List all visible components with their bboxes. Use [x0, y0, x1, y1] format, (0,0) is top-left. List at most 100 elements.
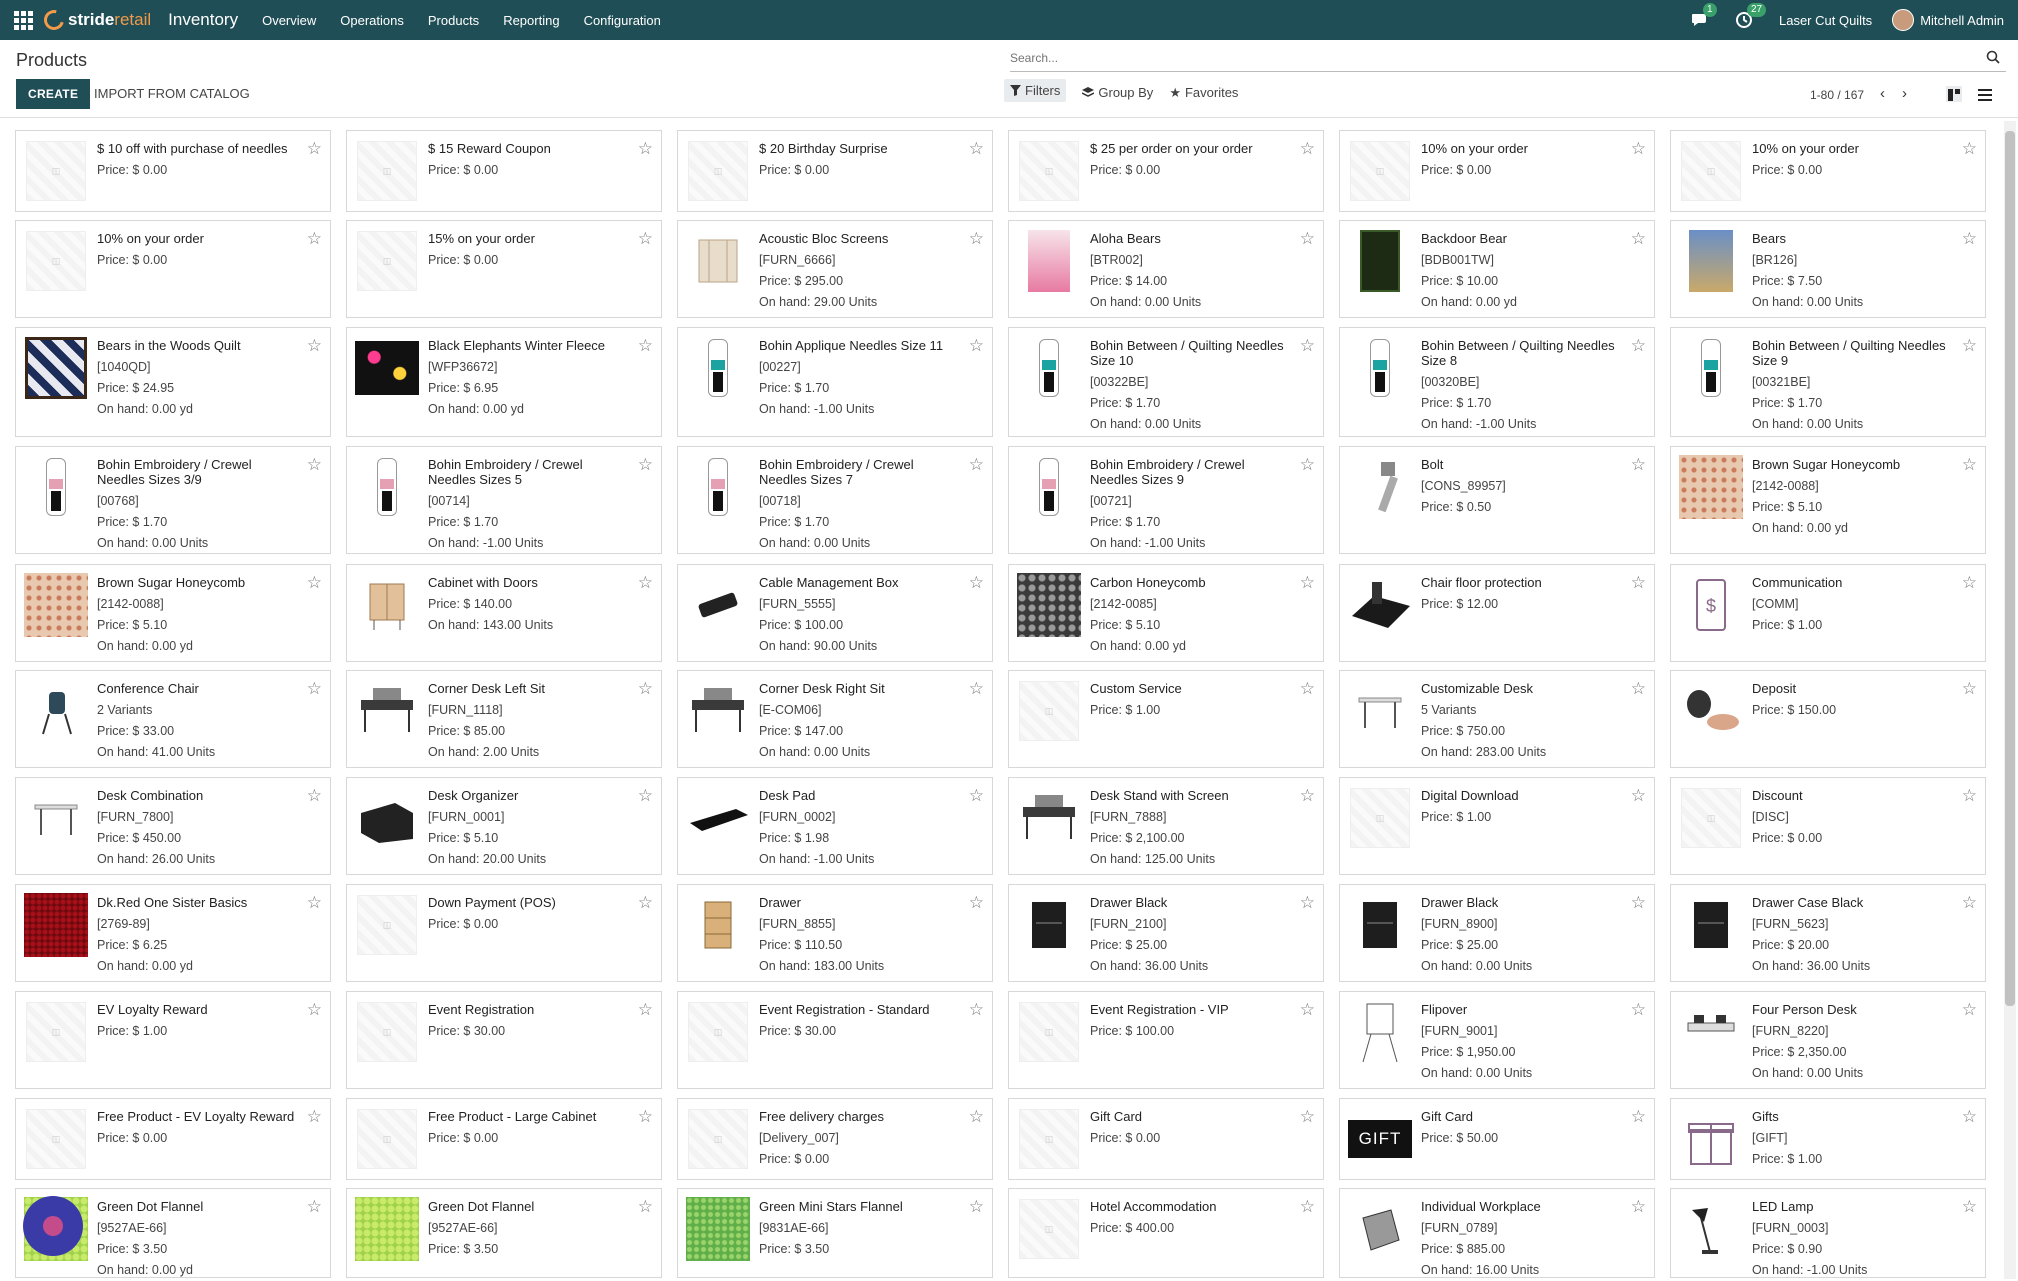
- product-card[interactable]: Four Person Desk [FURN_8220] Price: $ 2,35…: [1670, 991, 1986, 1089]
- product-card[interactable]: Bohin Between / Quilting Needles Size 9 […: [1670, 327, 1986, 437]
- product-card[interactable]: Backdoor Bear [BDB001TW] Price: $ 10.00 On …: [1339, 220, 1655, 318]
- product-card[interactable]: Bohin Between / Quilting Needles Size 10…: [1008, 327, 1324, 437]
- favorite-star-icon[interactable]: ☆: [1300, 455, 1315, 475]
- product-card[interactable]: Customizable Desk 5 Variants Price: $ 750.…: [1339, 670, 1655, 768]
- favorite-star-icon[interactable]: ☆: [1962, 1197, 1977, 1217]
- product-name[interactable]: Deposit: [1752, 681, 1955, 696]
- product-card[interactable]: ◫ Down Payment (POS) Price: $ 0.00 ☆: [346, 884, 662, 982]
- product-card[interactable]: ◫ Free Product - Large Cabinet Price: $ 0.…: [346, 1098, 662, 1180]
- product-name[interactable]: Black Elephants Winter Fleece: [428, 338, 631, 353]
- product-card[interactable]: Bohin Between / Quilting Needles Size 8 […: [1339, 327, 1655, 437]
- favorite-star-icon[interactable]: ☆: [638, 1107, 653, 1127]
- product-name[interactable]: Green Dot Flannel: [428, 1199, 631, 1214]
- product-name[interactable]: Gift Card: [1421, 1109, 1624, 1124]
- product-name[interactable]: Brown Sugar Honeycomb: [97, 575, 300, 590]
- product-card[interactable]: ◫ Free delivery charges [Delivery_007] Pric…: [677, 1098, 993, 1180]
- product-card[interactable]: Desk Combination [FURN_7800] Price: $ 450.…: [15, 777, 331, 875]
- product-card[interactable]: Conference Chair 2 Variants Price: $ 33.00…: [15, 670, 331, 768]
- product-card[interactable]: ◫ Discount [DISC] Price: $ 0.00 ☆: [1670, 777, 1986, 875]
- menu-item-overview[interactable]: Overview: [250, 13, 328, 28]
- favorite-star-icon[interactable]: ☆: [1300, 229, 1315, 249]
- favorite-star-icon[interactable]: ☆: [638, 455, 653, 475]
- favorite-star-icon[interactable]: ☆: [1962, 1000, 1977, 1020]
- favorite-star-icon[interactable]: ☆: [1631, 455, 1646, 475]
- favorite-star-icon[interactable]: ☆: [969, 786, 984, 806]
- product-card[interactable]: Bohin Embroidery / Crewel Needles Sizes …: [15, 446, 331, 554]
- product-card[interactable]: Cabinet with Doors Price: $ 140.00 On hand…: [346, 564, 662, 662]
- product-card[interactable]: Desk Organizer [FURN_0001] Price: $ 5.10 On…: [346, 777, 662, 875]
- product-name[interactable]: Drawer: [759, 895, 962, 910]
- favorite-star-icon[interactable]: ☆: [1631, 679, 1646, 699]
- product-name[interactable]: Bohin Between / Quilting Needles Size 9: [1752, 338, 1955, 368]
- product-card[interactable]: Bears in the Woods Quilt [1040QD] Price: $…: [15, 327, 331, 437]
- product-card[interactable]: ◫ Event Registration - Standard Price: $ 3…: [677, 991, 993, 1089]
- favorite-star-icon[interactable]: ☆: [1631, 229, 1646, 249]
- favorites-button[interactable]: ★ Favorites: [1169, 83, 1238, 102]
- favorite-star-icon[interactable]: ☆: [1962, 786, 1977, 806]
- product-name[interactable]: Four Person Desk: [1752, 1002, 1955, 1017]
- product-card[interactable]: ◫ 10% on your order Price: $ 0.00 ☆: [15, 220, 331, 318]
- favorite-star-icon[interactable]: ☆: [307, 455, 322, 475]
- product-name[interactable]: Dk.Red One Sister Basics: [97, 895, 300, 910]
- product-name[interactable]: Corner Desk Left Sit: [428, 681, 631, 696]
- pager-value[interactable]: 1-80 / 167: [1810, 88, 1864, 102]
- favorite-star-icon[interactable]: ☆: [1962, 139, 1977, 159]
- product-card[interactable]: ◫ Gift Card Price: $ 0.00 ☆: [1008, 1098, 1324, 1180]
- product-card[interactable]: ◫ 15% on your order Price: $ 0.00 ☆: [346, 220, 662, 318]
- favorite-star-icon[interactable]: ☆: [638, 139, 653, 159]
- product-card[interactable]: Flipover [FURN_9001] Price: $ 1,950.00 On h…: [1339, 991, 1655, 1089]
- favorite-star-icon[interactable]: ☆: [1962, 336, 1977, 356]
- favorite-star-icon[interactable]: ☆: [307, 573, 322, 593]
- product-name[interactable]: Free Product - Large Cabinet: [428, 1109, 631, 1124]
- messages-button[interactable]: 1: [1691, 3, 1717, 29]
- favorite-star-icon[interactable]: ☆: [1300, 139, 1315, 159]
- product-name[interactable]: Flipover: [1421, 1002, 1624, 1017]
- product-card[interactable]: $ Communication [COMM] Price: $ 1.00 ☆: [1670, 564, 1986, 662]
- product-name[interactable]: LED Lamp: [1752, 1199, 1955, 1214]
- product-card[interactable]: ◫ Digital Download Price: $ 1.00 ☆: [1339, 777, 1655, 875]
- favorite-star-icon[interactable]: ☆: [307, 1000, 322, 1020]
- favorite-star-icon[interactable]: ☆: [307, 786, 322, 806]
- product-card[interactable]: Corner Desk Left Sit [FURN_1118] Price: $ …: [346, 670, 662, 768]
- product-name[interactable]: Drawer Black: [1090, 895, 1293, 910]
- product-name[interactable]: Acoustic Bloc Screens: [759, 231, 962, 246]
- product-name[interactable]: Carbon Honeycomb: [1090, 575, 1293, 590]
- create-button[interactable]: CREATE: [16, 79, 91, 109]
- product-name[interactable]: $ 25 per order on your order: [1090, 141, 1293, 156]
- favorite-star-icon[interactable]: ☆: [1962, 573, 1977, 593]
- favorite-star-icon[interactable]: ☆: [1631, 1000, 1646, 1020]
- menu-item-products[interactable]: Products: [416, 13, 491, 28]
- product-card[interactable]: Bohin Applique Needles Size 11 [00227] Pri…: [677, 327, 993, 437]
- product-name[interactable]: Gift Card: [1090, 1109, 1293, 1124]
- product-card[interactable]: ◫ $ 20 Birthday Surprise Price: $ 0.00 ☆: [677, 130, 993, 212]
- product-card[interactable]: Desk Stand with Screen [FURN_7888] Price: …: [1008, 777, 1324, 875]
- product-name[interactable]: Event Registration - VIP: [1090, 1002, 1293, 1017]
- list-view-icon[interactable]: [1978, 88, 1992, 106]
- favorite-star-icon[interactable]: ☆: [1962, 679, 1977, 699]
- product-card[interactable]: Desk Pad [FURN_0002] Price: $ 1.98 On hand:…: [677, 777, 993, 875]
- favorite-star-icon[interactable]: ☆: [1300, 336, 1315, 356]
- product-card[interactable]: Bolt [CONS_89957] Price: $ 0.50 ☆: [1339, 446, 1655, 554]
- favorite-star-icon[interactable]: ☆: [1300, 679, 1315, 699]
- favorite-star-icon[interactable]: ☆: [307, 679, 322, 699]
- app-name[interactable]: Inventory: [168, 10, 238, 30]
- product-card[interactable]: ◫ Event Registration Price: $ 30.00 ☆: [346, 991, 662, 1089]
- favorite-star-icon[interactable]: ☆: [307, 336, 322, 356]
- favorite-star-icon[interactable]: ☆: [1631, 139, 1646, 159]
- product-card[interactable]: Green Dot Flannel [9527AE-66] Price: $ 3.5…: [346, 1188, 662, 1278]
- menu-item-configuration[interactable]: Configuration: [572, 13, 673, 28]
- pager-previous-icon[interactable]: ‹: [1880, 85, 1885, 102]
- product-name[interactable]: Hotel Accommodation: [1090, 1199, 1293, 1214]
- product-name[interactable]: Gifts: [1752, 1109, 1955, 1124]
- product-name[interactable]: EV Loyalty Reward: [97, 1002, 300, 1017]
- favorite-star-icon[interactable]: ☆: [1300, 893, 1315, 913]
- product-card[interactable]: Drawer Black [FURN_2100] Price: $ 25.00 On …: [1008, 884, 1324, 982]
- product-card[interactable]: Bohin Embroidery / Crewel Needles Sizes …: [677, 446, 993, 554]
- product-name[interactable]: Individual Workplace: [1421, 1199, 1624, 1214]
- favorite-star-icon[interactable]: ☆: [1631, 1107, 1646, 1127]
- product-name[interactable]: 10% on your order: [97, 231, 300, 246]
- favorite-star-icon[interactable]: ☆: [969, 893, 984, 913]
- pager-next-icon[interactable]: ›: [1902, 85, 1907, 102]
- favorite-star-icon[interactable]: ☆: [969, 679, 984, 699]
- product-card[interactable]: ◫ Free Product - EV Loyalty Reward Price: …: [15, 1098, 331, 1180]
